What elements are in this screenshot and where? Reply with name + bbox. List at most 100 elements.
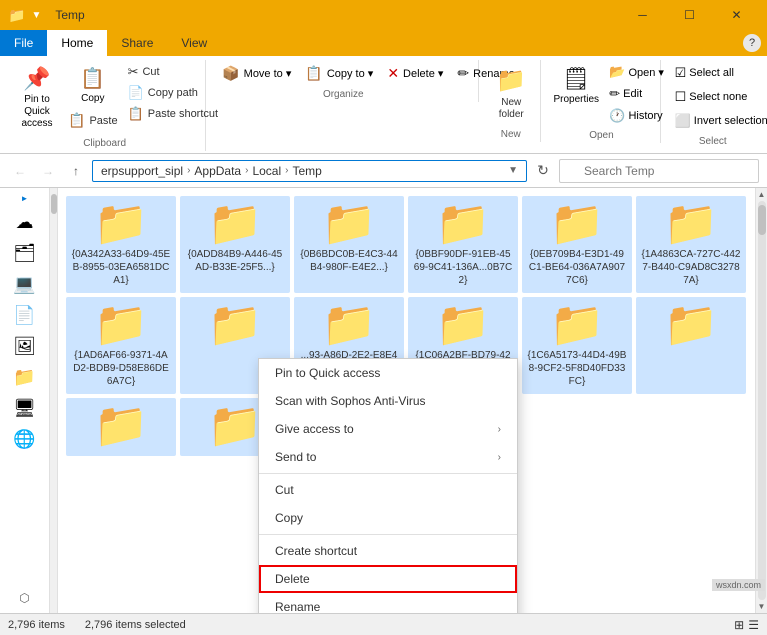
new-folder-icon: 📁 [496,66,526,95]
paste-shortcut-button[interactable]: 📋 Paste shortcut [124,104,223,124]
file-grid: 📁 {0A342A33-64D9-45EB-8955-03EA6581DCA1}… [58,188,755,613]
list-item[interactable]: 📁 {0BBF90DF-91EB-4569-9C41-136A...0B7C2} [408,196,518,293]
organize-label: Organize [216,87,470,102]
file-name: {0BBF90DF-91EB-4569-9C41-136A...0B7C2} [413,248,513,287]
forward-button[interactable]: → [36,159,60,183]
sidebar-desktop-icon[interactable]: 💻 [10,271,38,298]
sidebar-cloud-icon[interactable]: ☁ [13,209,37,236]
invert-selection-button[interactable]: ⬜ Invert selection [671,110,767,132]
breadcrumb-path2: AppData [194,164,241,178]
left-scroll [50,188,58,613]
breadcrumb[interactable]: erpsupport_sipl › AppData › Local › Temp… [92,160,527,182]
breadcrumb-sep1: › [187,165,190,176]
right-scrollbar[interactable]: ▲ ▼ [755,188,767,613]
sidebar-folder-icon[interactable]: 🗂 [10,240,39,267]
details-view-button[interactable]: ☰ [748,618,759,632]
sidebar-docs-icon[interactable]: 📄 [10,302,38,329]
up-button[interactable]: ↑ [64,159,88,183]
ctx-rename[interactable]: Rename [259,593,517,613]
rename-icon: ✏ [457,65,469,82]
history-button[interactable]: 🕐 History [605,106,668,126]
paste-shortcut-label: Paste shortcut [148,108,218,120]
ctx-copy[interactable]: Copy [259,504,517,532]
scroll-up-arrow[interactable]: ▲ [758,190,766,199]
select-none-button[interactable]: ☐ Select none [671,86,752,108]
folder-icon: 📁 [94,303,149,347]
scroll-track[interactable] [758,201,766,600]
folder-icon: 📁 [94,404,149,448]
maximize-button[interactable]: ☐ [667,0,712,30]
new-folder-button[interactable]: 📁 Newfolder [489,62,533,125]
file-name: {0EB709B4-E3D1-49C1-BE64-036A7A9077C6} [527,248,627,287]
list-item[interactable]: 📁 {1C6A5173-44D4-49B8-9CF2-5F8D40FD33FC} [522,297,632,394]
select-all-button[interactable]: ☑ Select all [671,62,738,84]
ctx-send-to-arrow: › [498,452,501,463]
refresh-button[interactable]: ↻ [531,159,555,183]
paste-button[interactable]: 📋 Paste [64,110,122,131]
sidebar-this-pc-icon[interactable]: 🖥 [10,395,39,422]
sidebar-expand-icon[interactable]: ► [19,192,31,205]
folder-icon: 📁 [208,404,263,448]
copy-to-icon: 📋 [305,65,322,82]
title-icon: 📁 [8,7,25,24]
ctx-cut-label: Cut [275,483,294,497]
back-button[interactable]: ← [8,159,32,183]
sidebar-temp-icon[interactable]: 📁 [10,364,38,391]
ctx-cut[interactable]: Cut [259,476,517,504]
copy-to-button[interactable]: 📋 Copy to ▾ [299,62,379,85]
properties-button[interactable]: 🗒 Properties [551,62,601,109]
pin-quick-access-button[interactable]: 📌 Pin to Quickaccess [12,62,62,134]
new-group: 📁 Newfolder New [481,60,541,142]
tab-share[interactable]: Share [107,30,167,56]
list-item[interactable]: 📁 {1AD6AF66-9371-4AD2-BDB9-D58E86DE6A7C} [66,297,176,394]
tab-home[interactable]: Home [47,30,107,56]
large-icons-view-button[interactable]: ⊞ [734,618,744,632]
tab-view[interactable]: View [167,30,221,56]
invert-icon: ⬜ [675,113,691,129]
properties-label: Properties [553,94,599,105]
selected-count: 2,796 items selected [85,619,186,631]
organize-buttons: 📦 Move to ▾ 📋 Copy to ▾ ✕ Delete ▾ ✏ Ren… [216,60,470,87]
scroll-down-arrow[interactable]: ▼ [758,602,766,611]
help-icon[interactable]: ? [743,34,761,52]
list-item[interactable]: 📁 [66,398,176,456]
sidebar-pics-icon[interactable]: 🖼 [10,333,39,360]
tab-file[interactable]: File [0,30,47,56]
list-item[interactable]: 📁 {0B6BDC0B-E4C3-44B4-980F-E4E2...} [294,196,404,293]
delete-button[interactable]: ✕ Delete ▾ [381,62,449,85]
clipboard-buttons: 📌 Pin to Quickaccess 📋 Copy 📋 Paste [12,60,197,136]
copy-path-icon: 📄 [128,85,144,101]
ctx-delete[interactable]: Delete [259,565,517,593]
folder-icon: 📁 [208,202,263,246]
pin-label: Pin to Quickaccess [16,94,58,130]
edit-button[interactable]: ✏ Edit [605,84,668,104]
ctx-send-to[interactable]: Send to › [259,443,517,471]
view-controls: ⊞ ☰ [734,618,759,632]
move-to-button[interactable]: 📦 Move to ▾ [216,62,297,85]
close-button[interactable]: ✕ [714,0,759,30]
ctx-create-shortcut[interactable]: Create shortcut [259,537,517,565]
open-sub-button[interactable]: 📂 Open ▾ [605,62,668,82]
list-item[interactable]: 📁 {0A342A33-64D9-45EB-8955-03EA6581DCA1} [66,196,176,293]
ctx-give-access[interactable]: Give access to › [259,415,517,443]
list-item[interactable]: 📁 {0ADD84B9-A446-45AD-B33E-25F5...} [180,196,290,293]
ctx-scan-antivirus[interactable]: Scan with Sophos Anti-Virus [259,387,517,415]
list-item[interactable]: 📁 {1A4863CA-727C-4427-B440-C9AD8C32787A} [636,196,746,293]
sidebar-bottom-icon[interactable]: ⬡ [15,587,33,609]
minimize-button[interactable]: ─ [620,0,665,30]
folder-icon: 📁 [436,303,491,347]
file-name: {1C6A5173-44D4-49B8-9CF2-5F8D40FD33FC} [527,349,627,388]
ctx-pin-quick-access[interactable]: Pin to Quick access [259,359,517,387]
open-buttons: 🗒 Properties 📂 Open ▾ ✏ Edit 🕐 History [551,60,651,128]
paste-label: Paste [89,115,117,127]
breadcrumb-dropdown[interactable]: ▼ [508,165,518,176]
status-bar: 2,796 items 2,796 items selected ⊞ ☰ [0,613,767,635]
search-input[interactable] [559,159,759,183]
copy-button[interactable]: 📋 Copy [64,62,122,108]
sidebar-network-icon[interactable]: 🌐 [10,426,38,453]
list-item[interactable]: 📁 {0EB709B4-E3D1-49C1-BE64-036A7A9077C6} [522,196,632,293]
folder-icon: 📁 [664,303,719,347]
list-item[interactable]: 📁 [636,297,746,394]
scroll-handle[interactable] [758,205,766,235]
ctx-delete-label: Delete [275,572,310,586]
